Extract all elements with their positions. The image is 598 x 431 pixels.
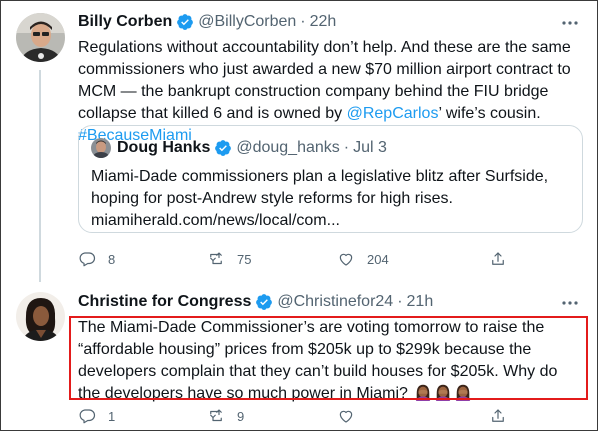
quoted-tweet[interactable]: Doug Hanks @doug_hanks · Jul 3 Miami-Dad… <box>78 125 583 233</box>
reply-button[interactable]: 1 <box>78 405 207 427</box>
tweet-actions: 1 9 <box>78 405 548 427</box>
tweet-text-part: ’ wife’s cousin. <box>438 105 541 122</box>
like-button[interactable]: 204 <box>337 248 467 270</box>
quote-avatar <box>91 138 111 158</box>
author-name[interactable]: Billy Corben <box>78 12 172 32</box>
mention-link[interactable]: @RepCarlos <box>347 105 439 122</box>
retweet-count: 75 <box>237 251 252 267</box>
separator: · <box>343 139 350 156</box>
quote-author-handle: @doug_hanks <box>236 139 340 156</box>
tweet-header: Billy Corben @BillyCorben · 22h <box>78 12 336 32</box>
share-icon <box>492 252 504 265</box>
verified-badge-icon <box>215 140 232 156</box>
retweet-button[interactable]: 75 <box>207 248 337 270</box>
like-count: 204 <box>367 251 389 267</box>
author-handle[interactable]: @Christinefor24 <box>277 292 393 312</box>
highlight-box <box>69 316 588 400</box>
retweet-count: 9 <box>237 408 245 424</box>
reply-icon <box>79 409 96 424</box>
like-button[interactable] <box>337 405 467 427</box>
share-button[interactable] <box>467 405 507 427</box>
retweet-button[interactable]: 9 <box>207 405 337 427</box>
avatar[interactable] <box>16 13 65 62</box>
reply-icon <box>79 252 96 267</box>
quote-text-body: Miami-Dade commissioners plan a legislat… <box>91 168 549 207</box>
retweet-icon <box>210 252 222 265</box>
more-dots-icon[interactable] <box>560 293 580 313</box>
quote-author-name: Doug Hanks <box>117 139 211 156</box>
author-handle[interactable]: @BillyCorben <box>198 12 296 32</box>
thread-connector-line <box>39 70 41 282</box>
share-button[interactable] <box>467 248 507 270</box>
reply-count: 1 <box>108 408 116 424</box>
author-name[interactable]: Christine for Congress <box>78 292 251 312</box>
quote-text: Miami-Dade commissioners plan a legislat… <box>91 166 571 232</box>
verified-badge-icon <box>256 294 273 310</box>
separator: · <box>300 13 306 30</box>
quote-header: Doug Hanks @doug_hanks · Jul 3 <box>117 137 387 159</box>
heart-icon <box>339 410 353 423</box>
avatar[interactable] <box>16 292 65 341</box>
reply-count: 8 <box>108 251 116 267</box>
timestamp[interactable]: 21h <box>407 292 434 312</box>
verified-badge-icon <box>177 14 194 30</box>
timestamp[interactable]: 22h <box>310 12 337 32</box>
separator: · <box>397 293 403 310</box>
tweet-billy-corben[interactable]: Billy Corben @BillyCorben · 22h Regulati… <box>0 0 598 282</box>
reply-button[interactable]: 8 <box>78 248 207 270</box>
heart-icon <box>339 253 353 266</box>
share-icon <box>492 409 504 422</box>
quote-link-url[interactable]: miamiherald.com/news/local/com... <box>91 210 571 232</box>
tweet-header: Christine for Congress @Christinefor24 ·… <box>78 292 433 312</box>
quote-timestamp: Jul 3 <box>353 139 387 156</box>
tweet-actions: 8 75 204 <box>78 248 548 270</box>
more-dots-icon[interactable] <box>560 13 580 33</box>
retweet-icon <box>210 409 222 422</box>
